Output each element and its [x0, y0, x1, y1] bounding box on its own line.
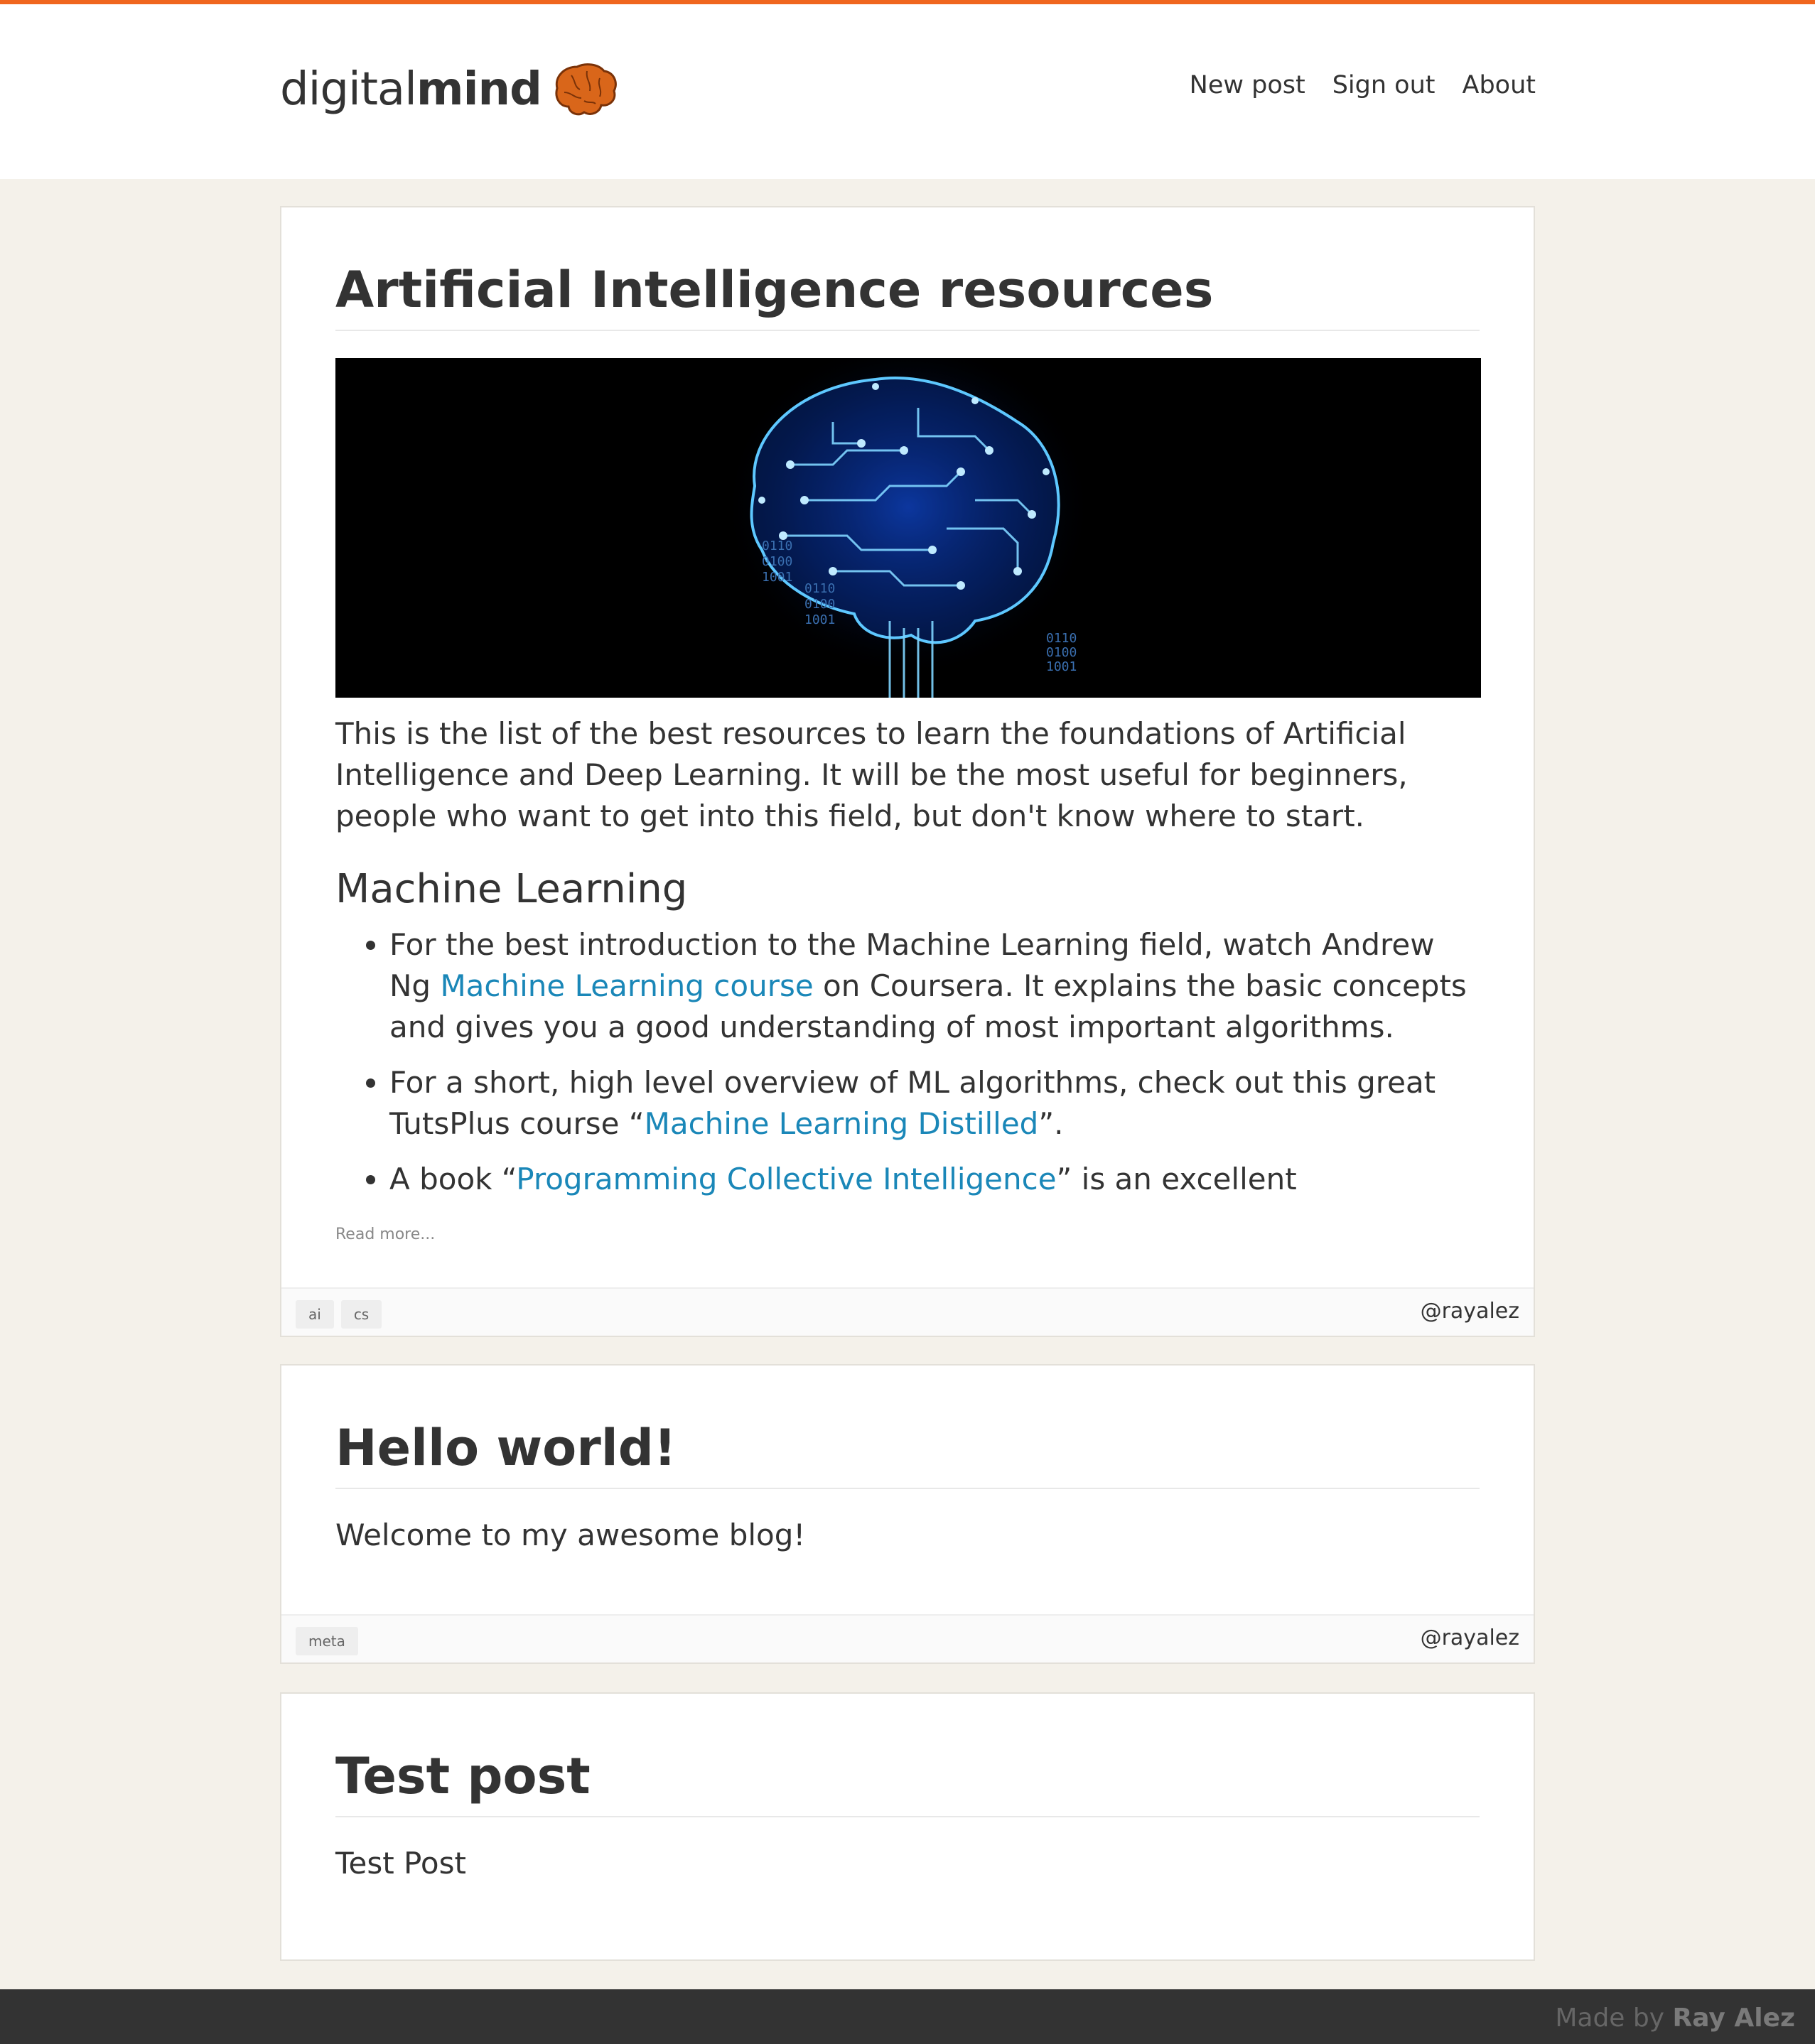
nav-new-post[interactable]: New post: [1190, 71, 1305, 99]
tag-list: meta: [296, 1627, 358, 1655]
site-logo[interactable]: digitalmind: [280, 61, 618, 118]
author-link[interactable]: @rayalez: [1421, 1299, 1519, 1324]
post-title[interactable]: Artificial Intelligence resources: [335, 260, 1480, 331]
list-item: For a short, high level overview of ML a…: [389, 1062, 1480, 1145]
circuit-brain-image: 0110 0100 1001 0110 0100 1001 0110 0100 …: [335, 358, 1481, 698]
main-nav: New post Sign out About: [1190, 71, 1536, 99]
collective-intelligence-link[interactable]: Programming Collective Intelligence: [516, 1162, 1056, 1196]
list-item-text: ”.: [1038, 1106, 1064, 1142]
author-link[interactable]: @rayalez: [1421, 1626, 1519, 1650]
svg-text:0110: 0110: [762, 539, 792, 553]
footer-author-link[interactable]: Ray Alez: [1673, 2004, 1795, 2033]
list-item: A book “Programming Collective Intellige…: [389, 1159, 1480, 1200]
svg-text:1001: 1001: [1046, 659, 1077, 674]
ml-course-link[interactable]: Machine Learning course: [440, 968, 813, 1003]
tag-list: ai cs: [296, 1300, 382, 1329]
svg-text:0110: 0110: [804, 581, 835, 596]
svg-text:0100: 0100: [1046, 645, 1077, 660]
svg-text:1001: 1001: [762, 570, 792, 585]
svg-text:0100: 0100: [762, 554, 792, 569]
tag-cs[interactable]: cs: [340, 1300, 382, 1329]
post-card: Hello world! Welcome to my awesome blog!…: [280, 1364, 1535, 1664]
site-header: digitalmind New post Sign out About: [0, 4, 1815, 179]
footer-made-by: Made by: [1555, 2004, 1665, 2033]
post-body: Welcome to my awesome blog!: [335, 1518, 806, 1552]
post-title-link[interactable]: Hello world!: [335, 1419, 677, 1477]
nav-about[interactable]: About: [1463, 71, 1536, 99]
list-item: For the best introduction to the Machine…: [389, 924, 1480, 1048]
post-title[interactable]: Hello world!: [335, 1418, 1480, 1489]
post-title-link[interactable]: Test post: [335, 1747, 591, 1805]
post-footer: ai cs @rayalez: [281, 1287, 1534, 1336]
post-card: Artificial Intelligence resources 0110 0…: [280, 206, 1535, 1337]
site-footer: Made by Ray Alez: [0, 1989, 1815, 2044]
logo-text-light: digital: [280, 63, 417, 116]
ml-distilled-link[interactable]: Machine Learning Distilled: [645, 1106, 1039, 1141]
list-item-text: ” is an excellent: [1056, 1162, 1297, 1197]
post-intro: This is the list of the best resources t…: [335, 716, 1408, 833]
logo-text-bold: mind: [416, 63, 542, 116]
read-more-link[interactable]: Read more...: [335, 1226, 435, 1243]
post-card: Test post Test Post: [280, 1692, 1535, 1961]
footer-credit: Made by Ray Alez: [1555, 2004, 1795, 2033]
list-item-text: A book “: [389, 1162, 517, 1197]
site-logo-text: digitalmind: [280, 67, 542, 112]
post-body: Test Post: [335, 1846, 466, 1881]
tag-ai[interactable]: ai: [296, 1300, 334, 1329]
svg-text:0110: 0110: [1046, 631, 1077, 646]
svg-text:1001: 1001: [804, 612, 835, 627]
post-title-link[interactable]: Artificial Intelligence resources: [335, 261, 1213, 319]
tag-meta[interactable]: meta: [296, 1627, 358, 1655]
brain-icon: [555, 63, 617, 116]
resource-list: For the best introduction to the Machine…: [335, 924, 1480, 1200]
nav-sign-out[interactable]: Sign out: [1332, 71, 1436, 99]
svg-text:0100: 0100: [804, 597, 835, 612]
post-footer: meta @rayalez: [281, 1614, 1534, 1662]
post-title[interactable]: Test post: [335, 1746, 1480, 1817]
section-heading: Machine Learning: [335, 866, 688, 912]
